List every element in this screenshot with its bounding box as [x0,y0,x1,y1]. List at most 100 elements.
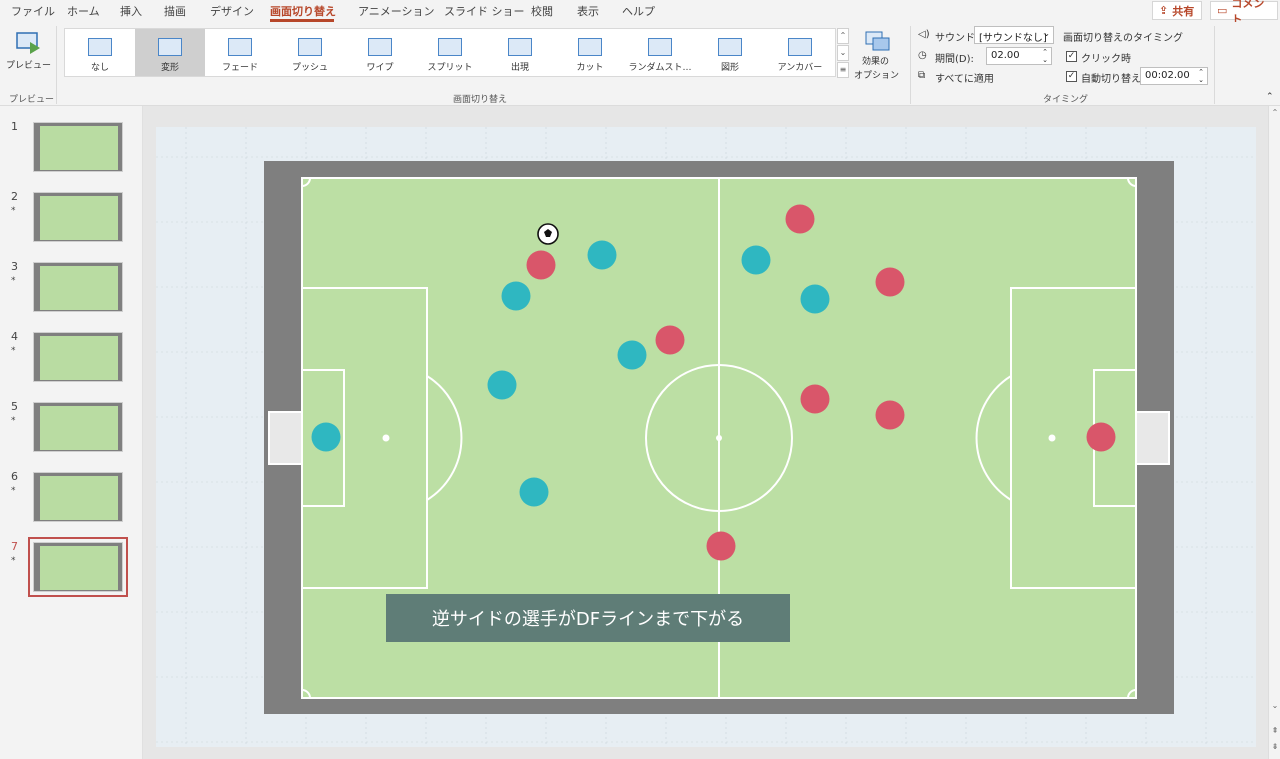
slide-thumbnail[interactable] [33,262,123,312]
gallery-scroll-up[interactable]: ⌃ [837,28,849,44]
tab-animations[interactable]: アニメーション [358,3,435,19]
transition-shape[interactable]: 図形 [695,29,765,76]
player-red[interactable] [875,400,905,430]
share-label: 共有 [1172,4,1195,18]
effect-options-button[interactable]: 効果の オプション [852,28,904,86]
transition-fade[interactable]: フェード [205,29,275,76]
slide-canvas: 逆サイドの選手がDFラインまで下がる [156,127,1256,747]
ribbon: プレビュー プレビュー なし 変形 フェード プッシュ ワイプ スプリット 出現 カット ランダ… [0,22,1280,106]
cut-transition-icon [578,38,602,56]
effect-options-label-1: 効果の [862,57,890,67]
transition-uncover[interactable]: アンカバー [765,29,835,76]
slide-thumbnail[interactable] [33,332,123,382]
tab-home[interactable]: ホーム [67,3,100,19]
uncover-transition-icon [788,38,812,56]
tab-review[interactable]: 校閲 [531,3,553,19]
transition-morph[interactable]: 変形 [135,29,205,76]
fade-transition-icon [228,38,252,56]
next-slide-icon[interactable]: ⇟ [1269,742,1280,751]
transition-label: 図形 [720,63,739,73]
apply-to-all-button[interactable]: すべてに適用 [935,70,994,85]
transition-random-bars[interactable]: ランダムスト… [625,29,695,76]
player-blue[interactable] [501,281,531,311]
share-icon: ⇪ [1159,4,1169,17]
tab-transitions[interactable]: 画面切り替え [270,3,336,19]
vertical-scrollbar[interactable]: ⌃ ⌄ ⇞ ⇟ [1268,106,1280,759]
thumbnail-field [40,266,118,310]
ribbon-separator [910,26,911,104]
tab-slideshow[interactable]: スライド ショー [444,3,525,19]
transition-cut[interactable]: カット [555,29,625,76]
caption-box[interactable]: 逆サイドの選手がDFラインまで下がる [386,594,790,642]
push-transition-icon [298,38,322,56]
effect-options-icon [865,31,890,51]
player-red[interactable] [875,267,905,297]
animation-star-icon: * [11,556,16,566]
prev-slide-icon[interactable]: ⇞ [1269,726,1280,735]
transition-none[interactable]: なし [65,29,135,76]
transition-gallery: なし 変形 フェード プッシュ ワイプ スプリット 出現 カット ランダムスト… 図形 アンカバー [64,28,836,77]
player-blue[interactable] [800,284,830,314]
sound-value: [サウンドなし] [979,33,1047,44]
scroll-up-icon[interactable]: ⌃ [1269,108,1280,117]
reveal-transition-icon [508,38,532,56]
transition-reveal[interactable]: 出現 [485,29,555,76]
menu-bar: ファイル ホーム 挿入 描画 デザイン 画面切り替え アニメーション スライド … [0,0,1280,26]
goal-right [1135,411,1170,465]
slide-thumbnail[interactable] [33,472,123,522]
player-blue[interactable] [741,245,771,275]
tab-draw[interactable]: 描画 [164,3,186,19]
transition-push[interactable]: プッシュ [275,29,345,76]
share-button[interactable]: ⇪ 共有 [1152,1,1202,20]
slide-number: 1 [11,120,18,133]
preview-group-label: プレビュー [9,95,55,105]
tab-help[interactable]: ヘルプ [622,3,655,19]
player-red[interactable] [800,384,830,414]
player-blue[interactable] [487,370,517,400]
tab-insert[interactable]: 挿入 [120,3,142,19]
scroll-down-icon[interactable]: ⌄ [1269,701,1280,710]
timing-group-label: タイミング [1043,95,1089,105]
thumbnail-field [40,546,118,590]
soccer-pitch [156,127,1256,747]
slide-thumbnail[interactable] [33,122,123,172]
player-blue[interactable] [617,340,647,370]
tab-file[interactable]: ファイル [11,3,55,19]
transition-split[interactable]: スプリット [415,29,485,76]
player-blue[interactable] [519,477,549,507]
shape-transition-icon [718,38,742,56]
comment-button[interactable]: ▭ コメント [1210,0,1278,26]
player-blue[interactable] [587,240,617,270]
penalty-spot-right [1048,434,1056,442]
on-click-checkbox[interactable]: ✓ [1066,51,1077,62]
transition-label: プッシュ [291,63,328,73]
auto-after-input[interactable]: 00:02.00 ⌃ ⌄ [1140,67,1208,85]
thumbnail-field [40,196,118,240]
clock-icon: ◷ [918,50,927,61]
player-red[interactable] [655,325,685,355]
gallery-scroll-down[interactable]: ⌄ [837,45,849,61]
preview-label: プレビュー [6,61,52,71]
slide-thumbnail[interactable] [28,537,128,597]
transition-wipe[interactable]: ワイプ [345,29,415,76]
comment-icon: ▭ [1217,4,1228,17]
auto-after-checkbox[interactable]: ✓ [1066,71,1077,82]
spinner-icon[interactable]: ⌃ ⌄ [1198,68,1204,84]
slide-thumbnail[interactable] [33,402,123,452]
player-red[interactable] [706,531,736,561]
sound-dropdown[interactable]: [サウンドなし] ⌄ [974,26,1054,44]
collapse-ribbon-icon[interactable]: ⌃ [1266,92,1274,102]
player-red[interactable] [1086,422,1116,452]
spinner-icon[interactable]: ⌃ ⌄ [1042,48,1048,64]
player-red[interactable] [785,204,815,234]
duration-input[interactable]: 02.00 ⌃ ⌄ [986,47,1052,65]
slide-thumbnail[interactable] [33,192,123,242]
preview-button[interactable]: プレビュー [6,28,52,74]
player-red[interactable] [526,250,556,280]
thumbnail-field [40,336,118,380]
tab-design[interactable]: デザイン [210,3,254,19]
morph-transition-icon [158,38,182,56]
tab-view[interactable]: 表示 [577,3,599,19]
player-blue[interactable] [311,422,341,452]
gallery-more[interactable]: ≡ [837,62,849,78]
